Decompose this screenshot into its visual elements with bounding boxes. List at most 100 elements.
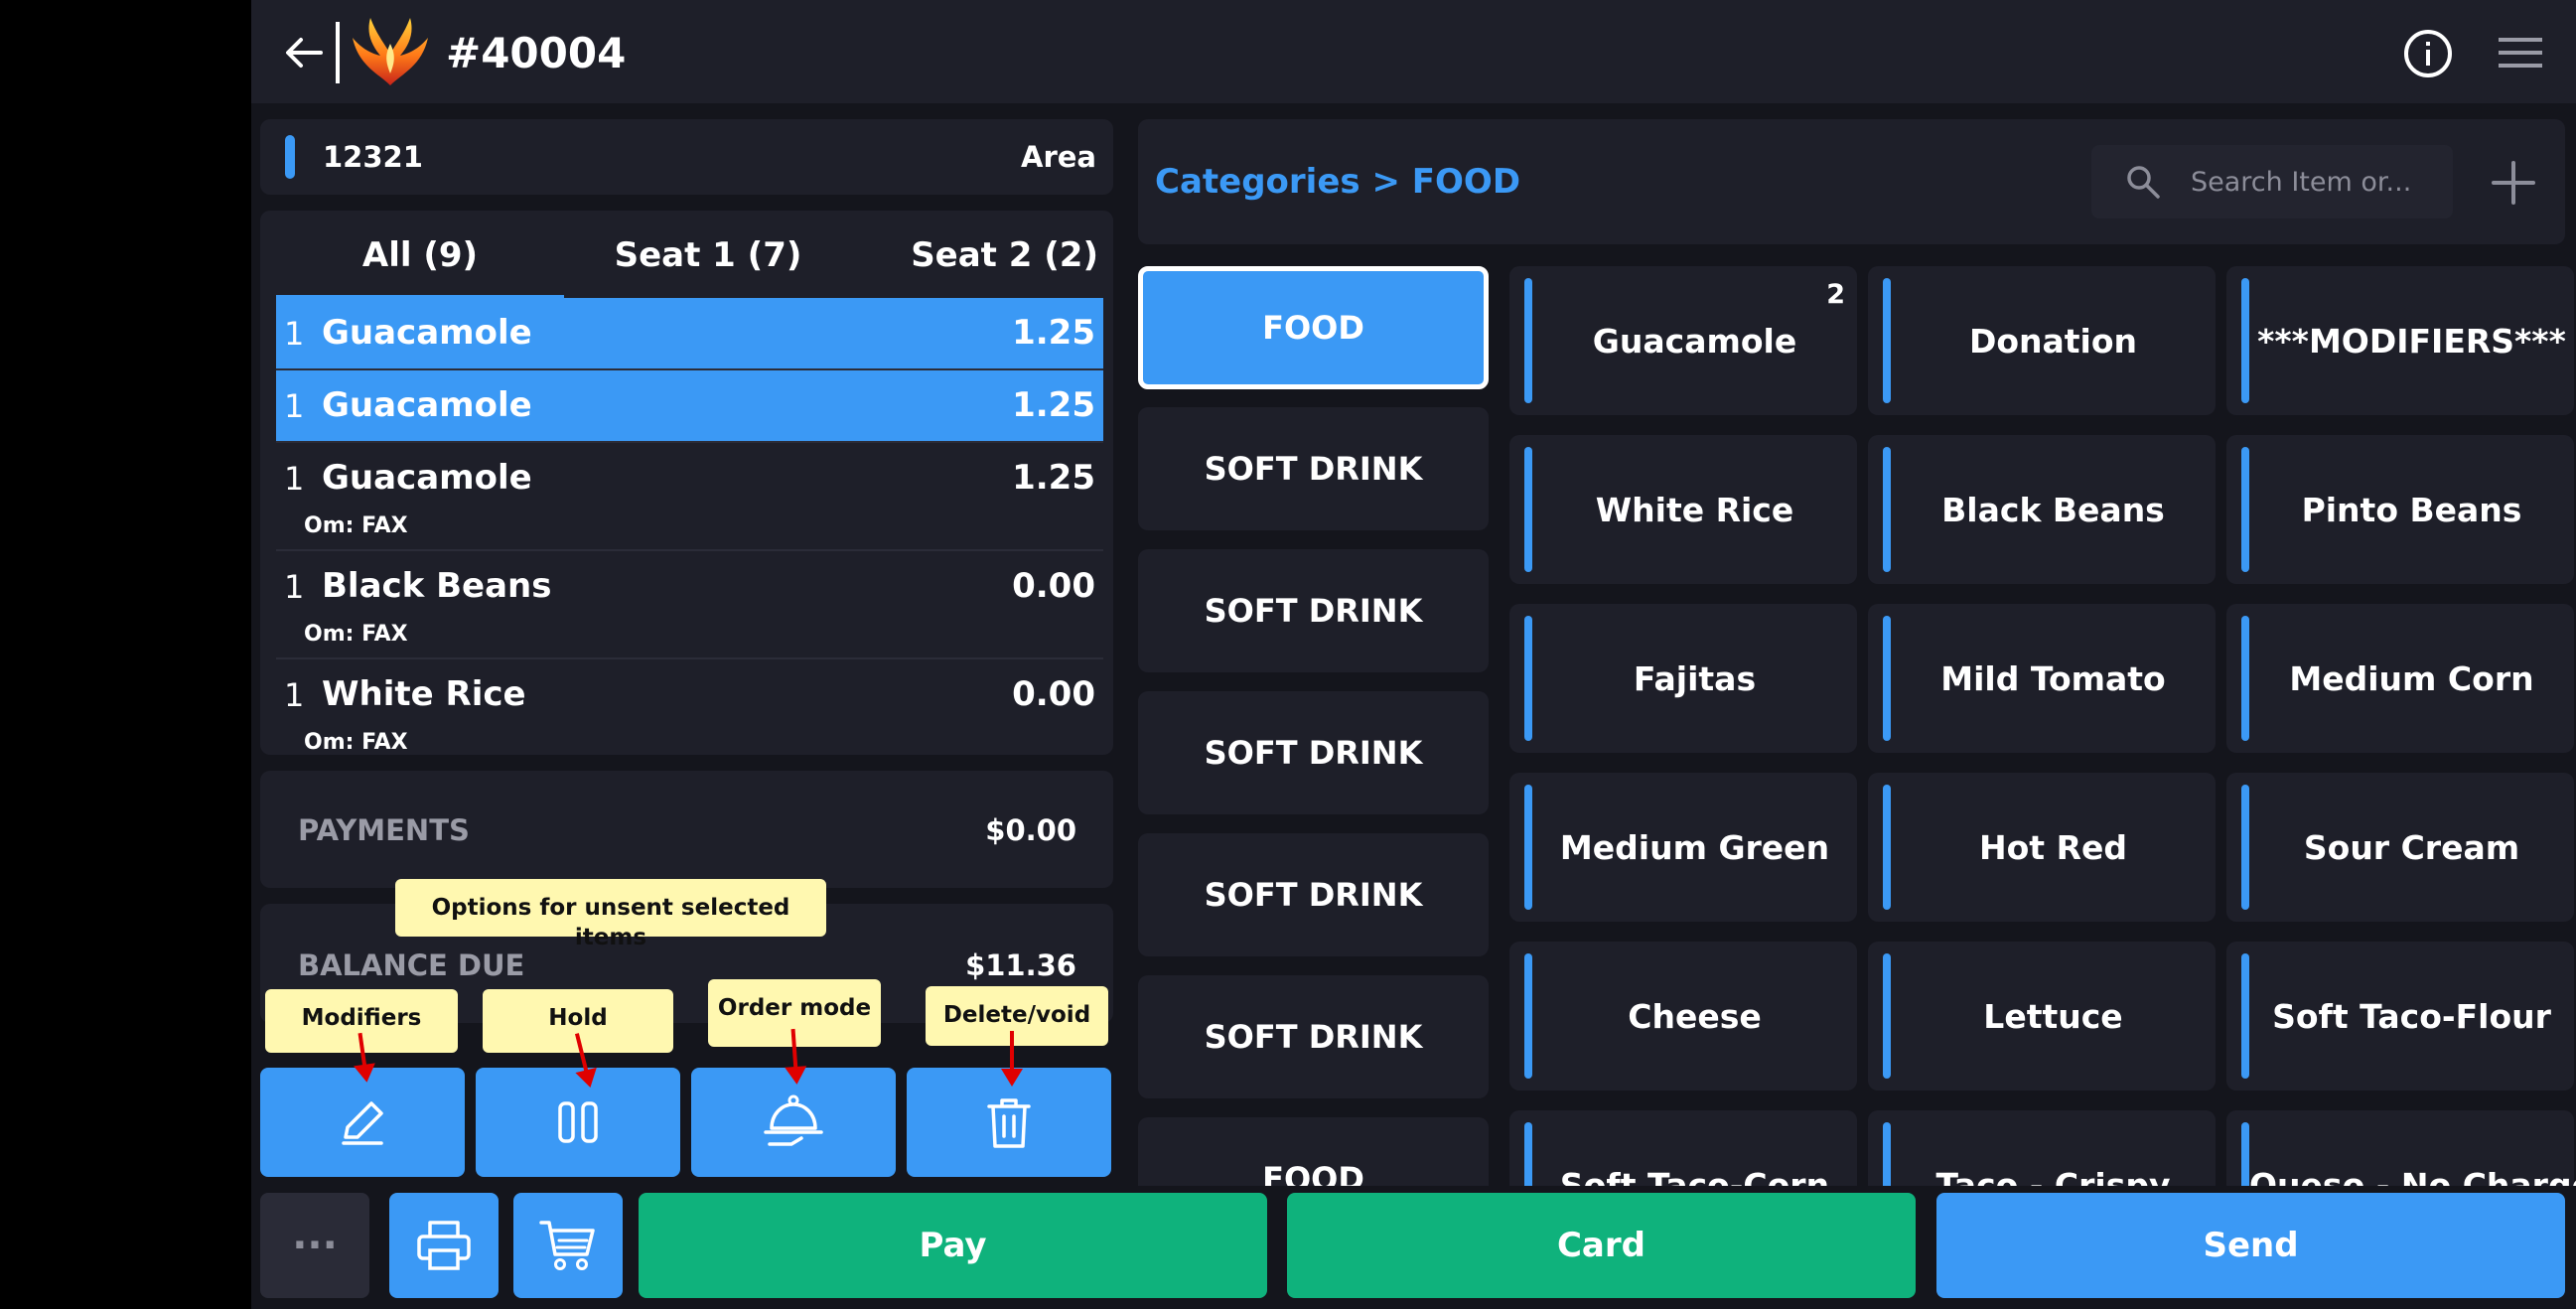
topbar-divider	[336, 22, 340, 83]
item-search[interactable]	[2091, 145, 2453, 218]
row-price: 1.25	[1012, 313, 1095, 353]
category-item[interactable]: SOFT DRINK	[1138, 407, 1489, 530]
printer-icon	[417, 1221, 471, 1270]
payments-summary[interactable]: PAYMENTS $0.00	[260, 771, 1113, 888]
menu-item[interactable]: Hot Red	[1868, 773, 2216, 922]
row-qty: 1	[284, 387, 305, 425]
payments-label: PAYMENTS	[298, 813, 470, 847]
menu-item[interactable]: White Rice	[1509, 435, 1857, 584]
category-breadcrumb[interactable]: Categories > FOOD	[1155, 159, 1520, 205]
tab-seat-2[interactable]: Seat 2 (2)	[852, 222, 1113, 300]
item-label: Donation	[1968, 322, 2138, 361]
area-label[interactable]: Area	[1021, 137, 1096, 177]
item-label: White Rice	[1595, 491, 1794, 529]
category-item[interactable]: SOFT DRINK	[1138, 549, 1489, 672]
menu-item[interactable]: Sour Cream	[2226, 773, 2574, 922]
item-accent	[1524, 447, 1532, 572]
item-accent	[1883, 447, 1891, 572]
payments-value: $0.00	[985, 813, 1076, 847]
category-item[interactable]: SOFT DRINK	[1138, 975, 1489, 1098]
item-label: Pinto Beans	[2301, 491, 2522, 529]
category-item[interactable]: FOOD	[1138, 1117, 1489, 1186]
item-label: Medium Corn	[2289, 659, 2534, 698]
menu-item[interactable]: Soft Taco-Flour	[2226, 942, 2574, 1091]
more-options-button[interactable]: ···	[260, 1193, 369, 1298]
menu-item[interactable]: Medium Corn	[2226, 604, 2574, 753]
category-item[interactable]: FOOD	[1138, 266, 1489, 389]
pencil-icon	[342, 1101, 383, 1145]
row-qty: 1	[284, 315, 305, 353]
item-label: Guacamole	[1592, 322, 1797, 361]
tab-all[interactable]: All (9)	[276, 222, 564, 300]
menu-item[interactable]: Pinto Beans	[2226, 435, 2574, 584]
item-count-badge: 2	[1826, 279, 1845, 310]
order-row[interactable]: 1 Guacamole 1.25	[276, 298, 1103, 370]
item-label: Taco - Crispy	[1935, 1166, 2171, 1186]
catalog-header: Categories > FOOD	[1138, 119, 2565, 244]
order-row[interactable]: 1 Black Beans 0.00 Om: FAX	[276, 551, 1103, 659]
row-qty: 1	[284, 676, 305, 714]
row-qty: 1	[284, 460, 305, 498]
row-modifier: Om: FAX	[304, 513, 408, 538]
info-icon[interactable]	[2402, 28, 2454, 79]
category-item[interactable]: SOFT DRINK	[1138, 691, 1489, 814]
pay-button[interactable]: Pay	[639, 1193, 1267, 1298]
item-label: Black Beans	[1941, 491, 2165, 529]
row-price: 1.25	[1012, 385, 1095, 425]
delete-tooltip: Delete/void	[926, 986, 1108, 1046]
table-info-bar[interactable]: 12321 Area	[260, 119, 1113, 195]
item-label: Queso - No Charge	[2249, 1166, 2576, 1186]
row-price: 1.25	[1012, 458, 1095, 498]
table-accent	[285, 135, 295, 179]
item-label: Soft Taco-Corn	[1559, 1166, 1830, 1186]
print-button[interactable]	[389, 1193, 499, 1298]
seat-tabs: All (9) Seat 1 (7) Seat 2 (2)	[276, 222, 1113, 300]
tab-seat-1[interactable]: Seat 1 (7)	[564, 222, 852, 300]
row-name: Guacamole	[322, 458, 532, 498]
menu-item[interactable]: Donation	[1868, 266, 2216, 415]
card-button[interactable]: Card	[1287, 1193, 1916, 1298]
pause-icon	[558, 1101, 598, 1143]
menu-item[interactable]: Fajitas	[1509, 604, 1857, 753]
item-label: Medium Green	[1559, 828, 1830, 867]
menu-item[interactable]: Medium Green	[1509, 773, 1857, 922]
phoenix-logo-icon	[353, 18, 428, 85]
order-row[interactable]: 1 White Rice 0.00 Om: FAX	[276, 659, 1103, 755]
menu-item[interactable]: Queso - No Charge	[2226, 1110, 2576, 1186]
item-accent	[1524, 953, 1532, 1079]
item-label: Soft Taco-Flour	[2272, 997, 2551, 1036]
menu-item[interactable]: Soft Taco-Corn	[1509, 1110, 1857, 1186]
order-row[interactable]: 1 Guacamole 1.25 Om: FAX	[276, 443, 1103, 551]
menu-item[interactable]: Taco - Crispy	[1868, 1110, 2216, 1186]
row-modifier: Om: FAX	[304, 622, 408, 647]
shopping-cart-icon	[539, 1221, 595, 1270]
item-accent	[2241, 953, 2249, 1079]
category-list: FOOD SOFT DRINK SOFT DRINK SOFT DRINK SO…	[1138, 266, 1489, 1186]
category-item[interactable]: SOFT DRINK	[1138, 833, 1489, 956]
serving-dish-icon	[764, 1094, 823, 1146]
menu-item[interactable]: Lettuce	[1868, 942, 2216, 1091]
item-label: Sour Cream	[2303, 828, 2520, 867]
order-rows: 1 Guacamole 1.25 1 Guacamole 1.25 1 Guac…	[276, 298, 1103, 755]
menu-item[interactable]: ***MODIFIERS***	[2226, 266, 2574, 415]
hamburger-menu-icon[interactable]	[2497, 36, 2544, 70]
menu-item[interactable]: Cheese	[1509, 942, 1857, 1091]
item-accent	[1524, 785, 1532, 910]
send-button[interactable]: Send	[1936, 1193, 2565, 1298]
menu-item[interactable]: 2 Guacamole	[1509, 266, 1857, 415]
cart-button[interactable]	[513, 1193, 623, 1298]
order-row[interactable]: 1 Guacamole 1.25	[276, 370, 1103, 443]
balance-value: $11.36	[965, 948, 1076, 982]
item-label: Cheese	[1628, 997, 1762, 1036]
menu-item[interactable]: Black Beans	[1868, 435, 2216, 584]
add-item-icon[interactable]	[2490, 159, 2537, 207]
row-name: Guacamole	[322, 385, 532, 425]
item-label: Fajitas	[1633, 659, 1757, 698]
menu-item[interactable]: Mild Tomato	[1868, 604, 2216, 753]
item-accent	[1883, 785, 1891, 910]
modifiers-button[interactable]	[260, 1068, 465, 1177]
item-accent	[1524, 1122, 1532, 1186]
item-accent	[1883, 1122, 1891, 1186]
back-arrow-icon[interactable]	[281, 30, 327, 75]
search-input[interactable]	[2191, 159, 2439, 205]
